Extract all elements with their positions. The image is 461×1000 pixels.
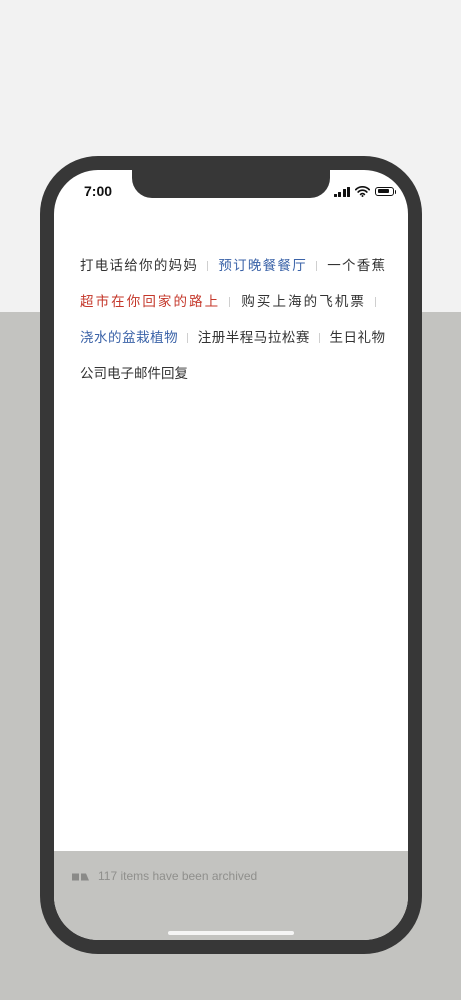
- status-icons: [333, 186, 396, 197]
- phone-frame: 7:00 打电话给你的妈妈 预订晚餐餐厅 一个香蕉 超市在你回家的路上 购买上海的飞机…: [40, 156, 422, 954]
- status-time: 7:00: [84, 183, 113, 199]
- list-item[interactable]: 公司电子邮件回复: [80, 366, 188, 382]
- list-separator: [318, 333, 320, 343]
- list-item[interactable]: 打电话给你的妈妈: [80, 258, 198, 274]
- archive-status-text: 117 items have been archived: [98, 869, 258, 883]
- phone-screen: 7:00 打电话给你的妈妈 预订晚餐餐厅 一个香蕉 超市在你回家的路上 购买上海的飞机…: [54, 170, 408, 940]
- list-separator: [375, 297, 376, 307]
- list-item[interactable]: 注册半程马拉松赛: [197, 330, 310, 346]
- home-indicator[interactable]: [168, 931, 294, 935]
- list-item[interactable]: 购买上海的飞机票: [239, 294, 366, 310]
- list-item[interactable]: 浇水的盆栽植物: [80, 330, 178, 346]
- list-separator: [207, 261, 209, 271]
- list-item[interactable]: 生日礼物: [329, 330, 385, 346]
- todo-list: 打电话给你的妈妈 预订晚餐餐厅 一个香蕉 超市在你回家的路上 购买上海的飞机票浇水的盆…: [80, 248, 385, 392]
- archive-icon: [72, 873, 89, 881]
- list-item[interactable]: 一个香蕉: [326, 258, 385, 274]
- list-item[interactable]: 超市在你回家的路上: [80, 294, 220, 310]
- list-separator: [229, 297, 231, 307]
- list-separator: [187, 333, 189, 343]
- wifi-icon: [355, 186, 370, 197]
- archive-bar[interactable]: 117 items have been archived: [54, 851, 408, 940]
- list-item[interactable]: 预订晚餐餐厅: [217, 258, 307, 274]
- cellular-signal-icon: [333, 186, 350, 197]
- list-separator: [315, 261, 317, 271]
- battery-icon: [375, 187, 396, 196]
- notch: [132, 170, 330, 198]
